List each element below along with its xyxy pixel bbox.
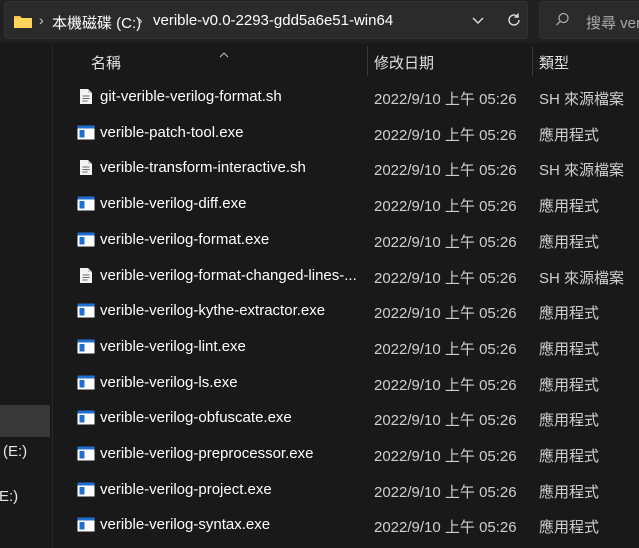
file-row[interactable]: verible-verilog-lint.exe 2022/9/10 上午 05:… (53, 330, 639, 365)
file-modified-date: 2022/9/10 上午 05:26 (374, 91, 517, 108)
file-name[interactable]: verible-patch-tool.exe (100, 124, 243, 141)
file-row[interactable]: verible-verilog-syntax.exe 2022/9/10 上午 0… (53, 508, 639, 543)
column-divider[interactable] (532, 46, 533, 76)
file-modified-date: 2022/9/10 上午 05:26 (374, 483, 517, 501)
file-row[interactable]: verible-verilog-kythe-extractor.exe 2022/… (53, 294, 639, 329)
file-row[interactable]: verible-verilog-project.exe 2022/9/10 上午 … (53, 473, 639, 508)
file-row[interactable]: verible-verilog-diff.exe 2022/9/10 上午 05:… (53, 187, 639, 222)
exe-file-icon (77, 196, 95, 216)
file-name[interactable]: verible-verilog-syntax.exe (100, 516, 270, 533)
breadcrumb-drive[interactable]: 本機磁碟 (C:) (52, 12, 141, 33)
exe-file-icon (77, 446, 95, 466)
file-modified-date: 2022/9/10 上午 05:26 (374, 519, 517, 537)
file-modified-date: 2022/9/10 上午 05:26 (374, 269, 517, 287)
file-modified-date: 2022/9/10 上午 05:26 (374, 162, 517, 180)
file-row[interactable]: git-verible-verilog-format.sh 2022/9/10 上… (53, 80, 639, 115)
address-toolbar: › 本機磁碟 (C:) › verible-v0.0-2293-gdd5a6e5… (0, 0, 639, 43)
address-bar[interactable]: › 本機磁碟 (C:) › verible-v0.0-2293-gdd5a6e5… (4, 1, 528, 39)
file-type: SH 來源檔案 (539, 269, 625, 287)
file-type: 應用程式 (539, 126, 600, 144)
script-file-icon (79, 88, 93, 110)
exe-file-icon (77, 125, 95, 145)
column-divider[interactable] (367, 46, 368, 76)
search-box[interactable]: 搜尋 veri (539, 1, 639, 39)
file-type: 應用程式 (539, 483, 600, 501)
navigation-pane: (E:) E:) (0, 43, 52, 548)
chevron-down-icon[interactable] (471, 13, 485, 32)
file-type: 應用程式 (539, 233, 600, 251)
breadcrumb-folder[interactable]: verible-v0.0-2293-gdd5a6e51-win64 (153, 12, 393, 29)
script-file-icon (79, 159, 93, 181)
file-name[interactable]: verible-transform-interactive.sh (100, 159, 306, 176)
file-name[interactable]: git-verible-verilog-format.sh (100, 88, 282, 105)
file-row[interactable]: verible-transform-interactive.sh 2022/9/1… (53, 151, 639, 186)
file-modified-date: 2022/9/10 上午 05:26 (374, 376, 517, 394)
sort-ascending-icon (219, 45, 229, 63)
file-row[interactable]: verible-verilog-format.exe 2022/9/10 上午 0… (53, 223, 639, 258)
file-type: 應用程式 (539, 519, 600, 537)
file-type: SH 來源檔案 (539, 162, 625, 180)
file-modified-date: 2022/9/10 上午 05:26 (374, 340, 517, 358)
exe-file-icon (77, 410, 95, 430)
nav-item-drive[interactable]: E:) (0, 488, 18, 505)
file-name[interactable]: verible-verilog-ls.exe (100, 374, 238, 391)
file-name[interactable]: verible-verilog-format.exe (100, 231, 269, 248)
file-type: SH 來源檔案 (539, 91, 625, 108)
file-type: 應用程式 (539, 305, 600, 323)
search-placeholder: 搜尋 veri (586, 15, 639, 32)
file-name[interactable]: verible-verilog-obfuscate.exe (100, 409, 292, 426)
file-modified-date: 2022/9/10 上午 05:26 (374, 126, 517, 144)
file-type: 應用程式 (539, 412, 600, 430)
file-row[interactable]: verible-patch-tool.exe 2022/9/10 上午 05:26… (53, 116, 639, 151)
script-file-icon (79, 267, 93, 289)
file-row[interactable]: verible-verilog-preprocessor.exe 2022/9/1… (53, 437, 639, 472)
folder-icon (13, 13, 33, 34)
file-modified-date: 2022/9/10 上午 05:26 (374, 412, 517, 430)
file-modified-date: 2022/9/10 上午 05:26 (374, 198, 517, 216)
column-header-type[interactable]: 類型 (539, 52, 569, 73)
nav-item-drive-e[interactable]: (E:) (3, 443, 27, 460)
file-list: 名稱 修改日期 類型 git-verible-verilog-format.sh… (53, 43, 639, 548)
file-name[interactable]: verible-verilog-format-changed-lines-... (100, 267, 357, 284)
file-modified-date: 2022/9/10 上午 05:26 (374, 233, 517, 251)
column-header-date[interactable]: 修改日期 (374, 52, 434, 73)
exe-file-icon (77, 517, 95, 537)
file-type: 應用程式 (539, 376, 600, 394)
file-name[interactable]: verible-verilog-preprocessor.exe (100, 445, 313, 462)
file-explorer-window: › 本機磁碟 (C:) › verible-v0.0-2293-gdd5a6e5… (0, 0, 639, 548)
nav-selected-item[interactable] (0, 405, 50, 437)
file-type: 應用程式 (539, 340, 600, 358)
chevron-right-icon[interactable]: › (39, 12, 44, 28)
file-type: 應用程式 (539, 198, 600, 216)
file-name[interactable]: verible-verilog-kythe-extractor.exe (100, 302, 325, 319)
search-icon (555, 12, 570, 32)
exe-file-icon (77, 375, 95, 395)
exe-file-icon (77, 232, 95, 252)
column-header-name[interactable]: 名稱 (91, 52, 121, 73)
file-modified-date: 2022/9/10 上午 05:26 (374, 448, 517, 465)
exe-file-icon (77, 482, 95, 502)
file-name[interactable]: verible-verilog-diff.exe (100, 195, 246, 212)
file-modified-date: 2022/9/10 上午 05:26 (374, 305, 517, 323)
file-row[interactable]: verible-verilog-obfuscate.exe 2022/9/10 上… (53, 401, 639, 436)
refresh-icon[interactable] (506, 12, 522, 33)
file-name[interactable]: verible-verilog-project.exe (100, 481, 272, 498)
exe-file-icon (77, 303, 95, 323)
file-row[interactable]: verible-verilog-format-changed-lines-...… (53, 259, 639, 294)
chevron-right-icon[interactable]: › (138, 12, 143, 28)
file-row[interactable]: verible-verilog-ls.exe 2022/9/10 上午 05:26… (53, 366, 639, 401)
exe-file-icon (77, 339, 95, 359)
file-type: 應用程式 (539, 448, 600, 465)
file-name[interactable]: verible-verilog-lint.exe (100, 338, 246, 355)
